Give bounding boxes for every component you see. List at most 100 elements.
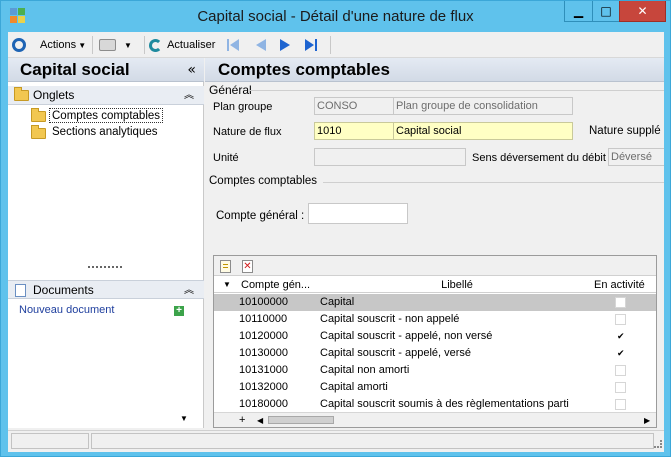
compte-general-input[interactable]	[308, 203, 408, 224]
toolbar-separator	[144, 36, 145, 54]
active-checkbox[interactable]	[615, 365, 626, 376]
table-row[interactable]: 10180000 Capital souscrit soumis à des r…	[214, 396, 656, 413]
add-icon[interactable]: +	[174, 306, 184, 316]
compte-cell: 10130000	[239, 347, 288, 359]
status-bar	[8, 430, 664, 450]
table-row[interactable]: 10132000 Capital amorti	[214, 379, 656, 396]
accounts-grid: ✕ ▼ Compte gén... Libellé En activité 10…	[213, 255, 657, 428]
app-window: Capital social - Détail d'une nature de …	[0, 0, 671, 457]
resize-grip[interactable]	[654, 440, 662, 448]
sens-deversement-label: Sens déversement du débit	[472, 152, 606, 164]
delete-row-icon[interactable]: ✕	[242, 260, 253, 273]
plan-groupe-code-field: CONSO	[314, 97, 394, 115]
compte-general-label: Compte général :	[216, 210, 305, 222]
client-area: Actions ▼ ▼ Actualiser Capital social « …	[8, 32, 664, 452]
column-header-compte[interactable]: Compte gén...	[241, 277, 321, 293]
column-header-en-activite[interactable]: En activité	[594, 277, 654, 293]
onglets-group-header[interactable]: Onglets ︽	[8, 86, 204, 105]
title-bar[interactable]: Capital social - Détail d'une nature de …	[1, 1, 670, 32]
refresh-label: Actualiser	[167, 39, 216, 51]
main-header: Comptes comptables	[205, 58, 664, 82]
section-divider	[249, 90, 664, 91]
collapse-up-icon[interactable]: ︽	[184, 86, 194, 105]
compte-cell: 10132000	[239, 381, 288, 393]
libelle-cell: Capital non amorti	[320, 364, 410, 376]
compte-cell: 10110000	[239, 313, 288, 325]
next-record-icon[interactable]	[280, 39, 290, 51]
compte-cell: 10120000	[239, 330, 288, 342]
nature-supplementaire-label: Nature supplé	[589, 125, 661, 137]
table-row[interactable]: 10100000 Capital	[214, 294, 656, 311]
libelle-cell: Capital amorti	[320, 381, 388, 393]
plan-groupe-desc-field: Plan groupe de consolidation	[393, 97, 573, 115]
general-section-label: Général	[209, 83, 252, 97]
table-row[interactable]: 10130000 Capital souscrit - appelé, vers…	[214, 345, 656, 363]
libelle-cell: Capital souscrit soumis à des règlementa…	[320, 398, 569, 410]
left-panel: Capital social « Onglets ︽ Comptes compt…	[8, 58, 204, 428]
onglets-label: Onglets	[33, 88, 75, 102]
refresh-icon	[149, 38, 162, 52]
horizontal-scrollbar[interactable]: + ◀ ▶	[214, 412, 656, 427]
refresh-button[interactable]: Actualiser	[149, 35, 215, 55]
collapse-panel-icon[interactable]: «	[187, 58, 196, 82]
new-row-icon[interactable]	[220, 260, 231, 273]
scroll-left-icon[interactable]: ◀	[257, 413, 263, 428]
left-panel-title: Capital social	[20, 60, 130, 79]
grid-toolbar: ✕	[214, 256, 656, 276]
active-checkbox[interactable]	[615, 314, 626, 325]
toolbar: Actions ▼ ▼ Actualiser	[8, 32, 664, 58]
maximize-button[interactable]: □	[592, 1, 620, 22]
scroll-right-icon[interactable]: ▶	[644, 413, 650, 428]
section-divider	[323, 182, 664, 183]
add-row-icon[interactable]: +	[239, 413, 245, 428]
scroll-thumb[interactable]	[268, 416, 334, 424]
collapse-up-icon[interactable]: ︽	[184, 281, 194, 300]
folder-icon	[31, 125, 46, 139]
nature-flux-desc-field[interactable]: Capital social	[393, 122, 573, 140]
actions-menu[interactable]: Actions ▼	[40, 35, 86, 55]
previous-record-icon[interactable]	[256, 39, 266, 51]
toolbar-separator	[330, 36, 331, 54]
nature-flux-code-field[interactable]: 1010	[314, 122, 394, 140]
row-selector-icon[interactable]: ▼	[223, 277, 231, 293]
active-checkbox[interactable]	[615, 346, 626, 363]
page-title: Comptes comptables	[218, 60, 390, 79]
home-icon[interactable]	[12, 38, 26, 52]
expand-down-icon[interactable]: ▼	[180, 414, 188, 423]
active-checkbox[interactable]	[615, 329, 626, 346]
actions-label: Actions	[40, 39, 77, 51]
libelle-cell: Capital souscrit - appelé, versé	[320, 347, 472, 359]
main-content: Comptes comptables Général Plan groupe C…	[205, 58, 664, 428]
active-checkbox[interactable]	[615, 297, 626, 308]
documents-group-header[interactable]: Documents ︽	[8, 280, 204, 299]
close-button[interactable]: ✕	[619, 1, 666, 22]
documents-label: Documents	[33, 283, 94, 297]
left-panel-header: Capital social «	[8, 58, 204, 82]
toolbar-separator	[92, 36, 93, 54]
comptes-section-label: Comptes comptables	[209, 175, 318, 187]
last-record-icon[interactable]	[304, 38, 320, 52]
column-header-libelle[interactable]: Libellé	[322, 277, 592, 293]
minimize-button[interactable]: ▁	[564, 1, 593, 22]
table-row[interactable]: 10120000 Capital souscrit - appelé, non …	[214, 328, 656, 346]
splitter-grip[interactable]	[88, 266, 122, 269]
active-checkbox[interactable]	[615, 382, 626, 393]
new-document-link[interactable]: Nouveau document	[19, 304, 114, 316]
printer-icon	[99, 39, 116, 52]
table-row[interactable]: 10110000 Capital souscrit - non appelé	[214, 311, 656, 328]
status-panel	[11, 433, 89, 449]
active-checkbox[interactable]	[615, 399, 626, 410]
open-folder-icon	[31, 108, 46, 122]
first-record-icon[interactable]	[226, 38, 242, 52]
status-panel	[91, 433, 654, 449]
folder-icon	[14, 87, 29, 101]
libelle-cell: Capital souscrit - non appelé	[320, 313, 460, 325]
compte-cell: 10100000	[239, 296, 288, 308]
grid-header: ▼ Compte gén... Libellé En activité	[214, 277, 656, 293]
tree-item-label: Sections analytiques	[52, 126, 158, 138]
compte-cell: 10131000	[239, 364, 288, 376]
libelle-cell: Capital	[320, 296, 355, 308]
sens-deversement-field: Déversé	[608, 148, 664, 166]
print-menu[interactable]: ▼	[99, 35, 132, 55]
table-row[interactable]: 10131000 Capital non amorti	[214, 362, 656, 379]
